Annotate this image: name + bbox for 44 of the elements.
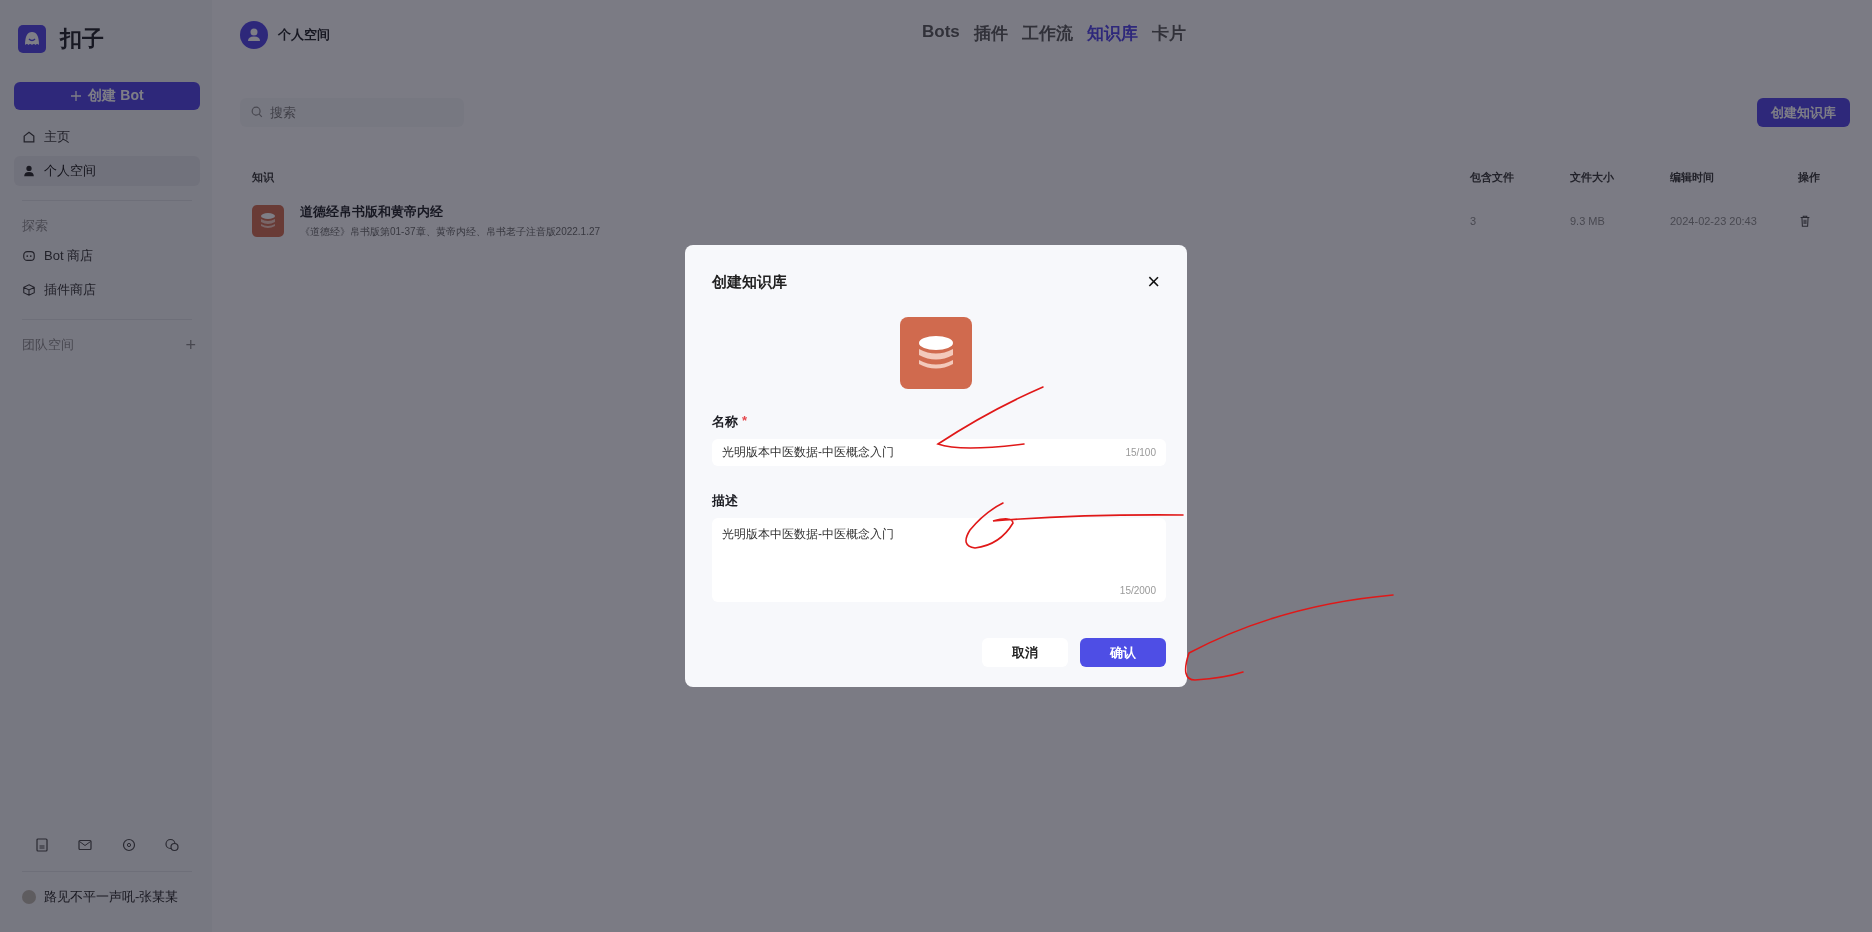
sidebar-item[interactable]: Bot 商店	[14, 241, 200, 271]
column-header: 编辑时间	[1670, 169, 1715, 185]
create-bot-button[interactable]: 创建 Bot	[14, 82, 200, 110]
two-bubbles-icon[interactable]	[164, 837, 181, 853]
knowledge-name[interactable]: 道德经帛书版和黄帝内经	[300, 203, 601, 221]
dialog-title: 创建知识库	[712, 272, 787, 292]
sidebar-item[interactable]: 个人空间	[14, 156, 200, 186]
confirm-button[interactable]: 确认	[1080, 638, 1166, 667]
description-field[interactable]: 光明版本中医数据-中医概念入门 15/2000	[712, 518, 1166, 602]
field-label: 描述	[712, 492, 738, 510]
nav-tab[interactable]: 插件	[973, 22, 1008, 45]
space-name: 个人空间	[278, 26, 330, 44]
add-team-button[interactable]: +	[185, 336, 196, 354]
column-header: 操作	[1798, 169, 1821, 185]
nav-tab[interactable]: 知识库	[1086, 22, 1138, 45]
required-mark: *	[742, 413, 748, 430]
create-knowledge-button[interactable]: 创建知识库	[1757, 98, 1850, 127]
robot-face-icon	[22, 249, 36, 263]
app-name: 扣子	[60, 25, 104, 53]
database-icon	[252, 205, 284, 237]
person-avatar-icon	[240, 21, 268, 49]
column-header: 包含文件	[1470, 169, 1515, 185]
nav-tab[interactable]: 卡片	[1151, 22, 1186, 45]
document-icon[interactable]	[33, 837, 50, 853]
ghost-logo-icon	[18, 25, 46, 53]
cancel-button[interactable]: 取消	[982, 638, 1068, 667]
field-label: 名称	[712, 413, 738, 431]
cube-icon	[22, 283, 36, 297]
close-button[interactable]: ×	[1141, 269, 1166, 295]
column-header: 知识	[251, 169, 275, 185]
column-header: 文件大小	[1570, 169, 1615, 185]
search-field[interactable]: 搜索	[240, 98, 464, 127]
sidebar-item[interactable]: 插件商店	[14, 275, 200, 305]
home-icon	[22, 130, 36, 144]
name-field[interactable]: 光明版本中医数据-中医概念入门 15/100	[712, 439, 1166, 466]
chat-bubble-icon[interactable]	[120, 837, 137, 853]
database-icon[interactable]	[900, 317, 972, 389]
mail-icon[interactable]	[77, 837, 94, 853]
nav-tab[interactable]: Bots	[922, 22, 960, 45]
sidebar-item[interactable]: 主页	[14, 122, 200, 152]
nav-tab[interactable]: 工作流	[1021, 22, 1073, 45]
person-icon	[22, 164, 36, 178]
plus-icon	[70, 90, 83, 102]
trash-icon[interactable]	[1798, 214, 1812, 228]
